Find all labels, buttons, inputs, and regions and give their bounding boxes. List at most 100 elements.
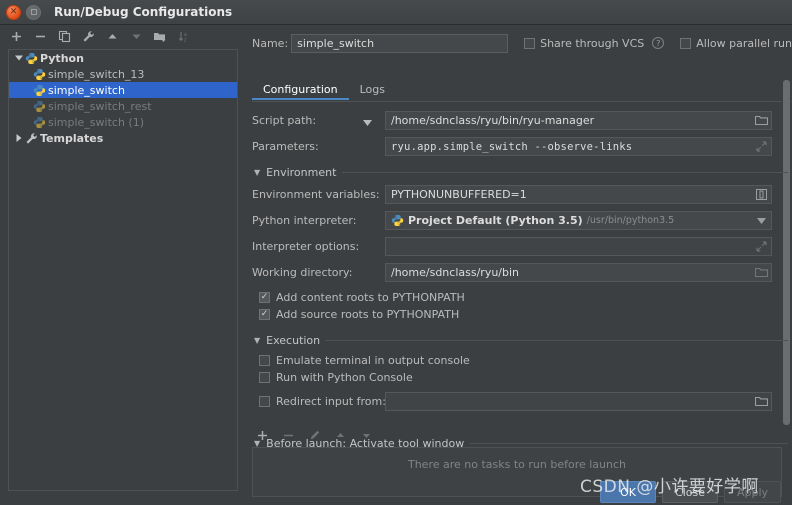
script-path-label: Script path: xyxy=(252,114,317,127)
add-configuration-button[interactable] xyxy=(8,28,24,44)
redirect-input-checkbox-box[interactable] xyxy=(259,395,270,407)
title-bar: ✕ Run/Debug Configurations xyxy=(0,0,792,25)
name-input[interactable] xyxy=(291,33,509,53)
tab-logs[interactable]: Logs xyxy=(349,81,396,100)
interpreter-options-label: Interpreter options: xyxy=(252,240,360,253)
run-with-python-console-checkbox[interactable]: Run with Python Console xyxy=(259,369,413,385)
tree-node-python[interactable]: Python xyxy=(9,50,237,66)
close-icon[interactable]: ✕ xyxy=(6,4,21,20)
python-interpreter-path-hint: /usr/bin/python3.5 xyxy=(586,215,675,226)
edit-templates-button[interactable] xyxy=(80,28,96,44)
environment-variables-value: PYTHONUNBUFFERED=1 xyxy=(391,188,527,201)
ok-button[interactable]: OK xyxy=(600,481,656,503)
list-edit-icon[interactable] xyxy=(751,186,771,203)
close-button[interactable]: Close xyxy=(662,481,718,503)
chevron-down-icon[interactable] xyxy=(751,212,771,229)
before-launch-toolbar xyxy=(254,427,374,443)
add-source-roots-checkbox-box[interactable]: ✓ xyxy=(259,308,270,320)
emulate-terminal-checkbox-box[interactable] xyxy=(259,354,270,366)
expand-icon[interactable] xyxy=(751,138,771,155)
add-content-roots-checkbox[interactable]: ✓ Add content roots to PYTHONPATH xyxy=(259,289,465,305)
window-title: Run/Debug Configurations xyxy=(54,5,233,19)
pencil-icon[interactable] xyxy=(306,427,322,443)
folder-icon[interactable] xyxy=(751,264,771,281)
execution-section-header[interactable]: ▼ Execution xyxy=(254,333,788,347)
run-with-python-console-checkbox-box[interactable] xyxy=(259,371,270,383)
configurations-toolbar: az xyxy=(0,25,245,47)
configurations-tree[interactable]: Python simple_switch_13 simple_switch simpl… xyxy=(8,49,238,491)
expand-icon[interactable] xyxy=(751,238,771,255)
section-divider xyxy=(342,171,788,173)
execution-section-title: Execution xyxy=(266,333,321,347)
tree-node-templates[interactable]: Templates xyxy=(9,130,237,146)
python-icon xyxy=(33,68,46,81)
interpreter-options-row: Interpreter options: xyxy=(252,237,359,256)
emulate-terminal-checkbox[interactable]: Emulate terminal in output console xyxy=(259,352,470,368)
tree-node-simple-switch[interactable]: simple_switch xyxy=(9,82,237,98)
add-content-roots-checkbox-box[interactable]: ✓ xyxy=(259,291,270,303)
tree-node-simple-switch-1[interactable]: simple_switch (1) xyxy=(9,114,237,130)
redirect-input-field[interactable] xyxy=(385,392,772,411)
folder-icon[interactable] xyxy=(751,393,771,410)
parameters-value: ryu.app.simple_switch --observe-links xyxy=(391,140,633,153)
python-icon xyxy=(33,84,46,97)
tree-node-label: Templates xyxy=(40,131,104,145)
tab-configuration[interactable]: Configuration xyxy=(252,81,349,100)
chevron-down-icon[interactable]: ▼ xyxy=(254,336,260,345)
name-label: Name: xyxy=(252,36,289,50)
python-interpreter-value: Project Default (Python 3.5) xyxy=(408,214,583,227)
python-interpreter-field[interactable]: Project Default (Python 3.5) /usr/bin/py… xyxy=(385,211,772,230)
interpreter-options-field[interactable] xyxy=(385,237,772,256)
redirect-input-checkbox[interactable]: Redirect input from: xyxy=(259,393,386,409)
add-task-button[interactable] xyxy=(254,427,270,443)
environment-section-header[interactable]: ▼ Environment xyxy=(254,165,788,179)
emulate-terminal-label: Emulate terminal in output console xyxy=(276,353,470,367)
chevron-right-icon[interactable] xyxy=(13,134,25,142)
before-launch-empty-text: There are no tasks to run before launch xyxy=(407,458,627,471)
folder-add-icon[interactable] xyxy=(152,28,168,44)
tree-node-simple-switch-13[interactable]: simple_switch_13 xyxy=(9,66,237,82)
redirect-input-label: Redirect input from: xyxy=(276,394,386,408)
chevron-down-icon[interactable] xyxy=(13,54,25,62)
move-down-button[interactable] xyxy=(128,28,144,44)
parameters-field[interactable]: ryu.app.simple_switch --observe-links xyxy=(385,137,772,156)
share-vcs-help-icon[interactable]: ? xyxy=(652,37,665,49)
wrench-icon xyxy=(25,132,38,145)
add-content-roots-label: Add content roots to PYTHONPATH xyxy=(276,290,465,304)
run-with-python-console-label: Run with Python Console xyxy=(276,370,413,384)
working-directory-label: Working directory: xyxy=(252,266,353,279)
working-directory-field[interactable]: /home/sdnclass/ryu/bin xyxy=(385,263,772,282)
python-interpreter-label: Python interpreter: xyxy=(252,214,357,227)
allow-parallel-checkbox-box[interactable] xyxy=(680,37,692,49)
environment-variables-row: Environment variables: xyxy=(252,185,380,204)
script-path-mode-chevron-icon[interactable] xyxy=(363,116,372,129)
parameters-label: Parameters: xyxy=(252,140,319,153)
remove-configuration-button[interactable] xyxy=(32,28,48,44)
parameters-row: Parameters: xyxy=(252,137,319,156)
share-vcs-checkbox-box[interactable] xyxy=(524,37,536,49)
move-task-down-button[interactable] xyxy=(358,427,374,443)
chevron-down-icon[interactable]: ▼ xyxy=(254,168,260,177)
move-task-up-button[interactable] xyxy=(332,427,348,443)
tree-node-simple-switch-rest[interactable]: simple_switch_rest xyxy=(9,98,237,114)
apply-button[interactable]: Apply xyxy=(724,481,782,503)
dialog-buttons: OK Close Apply xyxy=(600,481,782,503)
tree-node-label: simple_switch xyxy=(48,83,125,97)
add-source-roots-label: Add source roots to PYTHONPATH xyxy=(276,307,460,321)
remove-task-button[interactable] xyxy=(280,427,296,443)
name-row: Name: Share through VCS ? Allow parallel… xyxy=(252,33,792,53)
share-vcs-label: Share through VCS xyxy=(540,36,645,50)
folder-icon[interactable] xyxy=(751,112,771,129)
environment-variables-field[interactable]: PYTHONUNBUFFERED=1 xyxy=(385,185,772,204)
allow-parallel-run-checkbox[interactable]: Allow parallel run xyxy=(680,37,792,50)
maximize-icon[interactable] xyxy=(26,4,41,20)
python-icon xyxy=(33,100,46,113)
script-path-field[interactable]: /home/sdnclass/ryu/bin/ryu-manager xyxy=(385,111,772,130)
copy-configuration-button[interactable] xyxy=(56,28,72,44)
python-icon xyxy=(25,52,38,65)
move-up-button[interactable] xyxy=(104,28,120,44)
add-source-roots-checkbox[interactable]: ✓ Add source roots to PYTHONPATH xyxy=(259,306,459,322)
share-through-vcs-checkbox[interactable]: Share through VCS ? xyxy=(524,36,665,50)
script-path-row: Script path: xyxy=(252,111,316,130)
sort-az-icon[interactable]: az xyxy=(176,28,192,44)
